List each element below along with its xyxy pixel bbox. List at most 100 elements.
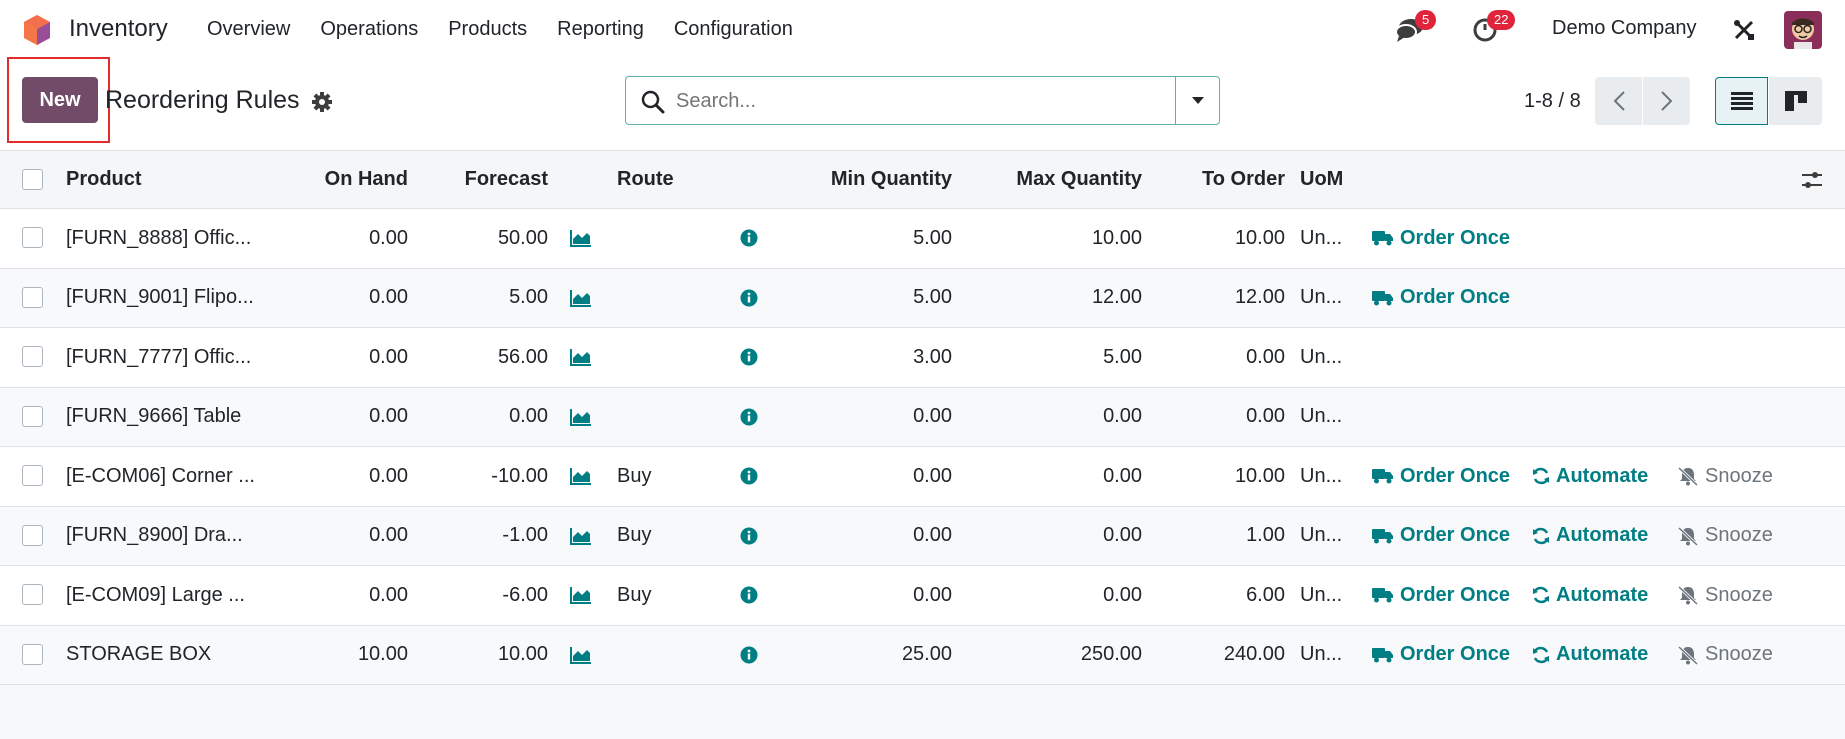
row-checkbox[interactable] — [22, 346, 43, 368]
info-icon[interactable] — [740, 467, 758, 485]
forecast-chart-icon[interactable] — [570, 586, 592, 605]
column-header-product[interactable]: Product — [66, 151, 266, 208]
min-quantity-value[interactable]: 25.00 — [902, 643, 952, 666]
list-view-button[interactable] — [1715, 77, 1768, 125]
column-header-uom[interactable]: UoM — [1300, 151, 1360, 208]
messages-button[interactable]: 5 — [1395, 10, 1437, 44]
to-order-value[interactable]: 1.00 — [1246, 524, 1285, 547]
order-once-button[interactable]: Order Once — [1372, 209, 1510, 268]
to-order-value[interactable]: 10.00 — [1235, 227, 1285, 250]
product-name[interactable]: STORAGE BOX — [66, 643, 211, 666]
snooze-button[interactable]: Snooze — [1677, 507, 1773, 566]
product-name[interactable]: [E-COM09] Large ... — [66, 584, 245, 607]
pager-next-button[interactable] — [1643, 77, 1690, 125]
to-order-value[interactable]: 6.00 — [1246, 584, 1285, 607]
max-quantity-value[interactable]: 12.00 — [1092, 286, 1142, 309]
max-quantity-value[interactable]: 10.00 — [1092, 227, 1142, 250]
gear-icon[interactable] — [311, 91, 333, 113]
product-name[interactable]: [FURN_7777] Offic... — [66, 346, 251, 369]
info-icon[interactable] — [740, 527, 758, 545]
automate-button[interactable]: Automate — [1532, 507, 1648, 566]
search-options-toggle[interactable] — [1175, 77, 1219, 124]
row-checkbox[interactable] — [22, 227, 43, 249]
order-once-button[interactable]: Order Once — [1372, 626, 1510, 685]
debug-tools-icon[interactable] — [1732, 18, 1756, 42]
menu-item-operations[interactable]: Operations — [320, 18, 418, 41]
row-checkbox[interactable] — [22, 524, 43, 546]
column-header-min-quantity[interactable]: Min Quantity — [760, 151, 952, 208]
kanban-view-button[interactable] — [1769, 77, 1822, 125]
table-row[interactable]: [E-COM09] Large ... 0.00 -6.00 Buy 0.00 0.00 6… — [0, 566, 1845, 626]
product-name[interactable]: [FURN_8888] Offic... — [66, 227, 251, 250]
product-name[interactable]: [FURN_8900] Dra... — [66, 524, 243, 547]
table-row[interactable]: [FURN_8900] Dra... 0.00 -1.00 Buy 0.00 0.00 1.… — [0, 506, 1845, 566]
min-quantity-value[interactable]: 3.00 — [913, 346, 952, 369]
max-quantity-value[interactable]: 0.00 — [1103, 584, 1142, 607]
column-header-to-order[interactable]: To Order — [1150, 151, 1285, 208]
info-icon[interactable] — [740, 408, 758, 426]
row-checkbox[interactable] — [22, 405, 43, 427]
max-quantity-value[interactable]: 0.00 — [1103, 405, 1142, 428]
min-quantity-value[interactable]: 0.00 — [913, 405, 952, 428]
forecast-chart-icon[interactable] — [570, 289, 592, 307]
to-order-value[interactable]: 240.00 — [1224, 643, 1285, 666]
column-header-route[interactable]: Route — [617, 151, 727, 208]
info-icon[interactable] — [740, 289, 758, 307]
to-order-value[interactable]: 12.00 — [1235, 286, 1285, 309]
min-quantity-value[interactable]: 0.00 — [913, 524, 952, 547]
menu-item-products[interactable]: Products — [448, 18, 527, 41]
info-icon[interactable] — [740, 348, 758, 366]
automate-button[interactable]: Automate — [1532, 566, 1648, 625]
to-order-value[interactable]: 10.00 — [1235, 465, 1285, 488]
max-quantity-value[interactable]: 250.00 — [1081, 643, 1142, 666]
automate-button[interactable]: Automate — [1532, 626, 1648, 685]
table-row[interactable]: [FURN_9666] Table 0.00 0.00 0.00 0.00 0.00 Un.… — [0, 387, 1845, 447]
search-icon[interactable] — [640, 89, 666, 115]
table-row[interactable]: [FURN_9001] Flipo... 0.00 5.00 5.00 12.00 12.… — [0, 268, 1845, 328]
forecast-chart-icon[interactable] — [570, 467, 592, 486]
inventory-app-icon[interactable] — [22, 14, 52, 46]
forecast-chart-icon[interactable] — [570, 348, 592, 367]
forecast-chart-icon[interactable] — [570, 408, 592, 426]
company-switcher[interactable]: Demo Company — [1552, 17, 1697, 40]
forecast-chart-icon[interactable] — [570, 527, 592, 545]
table-row[interactable]: [E-COM06] Corner ... 0.00 -10.00 Buy 0.00 0.0… — [0, 447, 1845, 507]
order-once-button[interactable]: Order Once — [1372, 566, 1510, 625]
pager-previous-button[interactable] — [1595, 77, 1642, 125]
row-checkbox[interactable] — [22, 465, 43, 487]
max-quantity-value[interactable]: 0.00 — [1103, 524, 1142, 547]
min-quantity-value[interactable]: 5.00 — [913, 227, 952, 250]
column-header-on-hand[interactable]: On Hand — [280, 151, 408, 208]
product-name[interactable]: [E-COM06] Corner ... — [66, 465, 255, 488]
optional-columns-icon[interactable] — [1801, 169, 1823, 191]
info-icon[interactable] — [740, 586, 758, 604]
forecast-chart-icon[interactable] — [570, 646, 592, 664]
column-header-forecast[interactable]: Forecast — [420, 151, 548, 208]
max-quantity-value[interactable]: 5.00 — [1103, 346, 1142, 369]
automate-button[interactable]: Automate — [1532, 447, 1648, 506]
min-quantity-value[interactable]: 0.00 — [913, 465, 952, 488]
to-order-value[interactable]: 0.00 — [1246, 405, 1285, 428]
snooze-button[interactable]: Snooze — [1677, 447, 1773, 506]
app-name[interactable]: Inventory — [69, 15, 168, 43]
to-order-value[interactable]: 0.00 — [1246, 346, 1285, 369]
pager-value[interactable]: 1-8 / 8 — [1524, 90, 1581, 113]
table-row[interactable]: [FURN_8888] Offic... 0.00 50.00 5.00 10.00 10… — [0, 209, 1845, 269]
row-checkbox[interactable] — [22, 643, 43, 665]
order-once-button[interactable]: Order Once — [1372, 507, 1510, 566]
product-name[interactable]: [FURN_9666] Table — [66, 405, 241, 428]
row-checkbox[interactable] — [22, 286, 43, 308]
info-icon[interactable] — [740, 229, 758, 247]
table-row[interactable]: [FURN_7777] Offic... 0.00 56.00 3.00 5.00 0.0… — [0, 328, 1845, 388]
snooze-button[interactable]: Snooze — [1677, 566, 1773, 625]
snooze-button[interactable]: Snooze — [1677, 626, 1773, 685]
table-row[interactable]: STORAGE BOX 10.00 10.00 25.00 250.00 240.00 Un… — [0, 625, 1845, 685]
row-checkbox[interactable] — [22, 584, 43, 606]
max-quantity-value[interactable]: 0.00 — [1103, 465, 1142, 488]
search-input[interactable] — [676, 87, 1146, 115]
info-icon[interactable] — [740, 646, 758, 664]
order-once-button[interactable]: Order Once — [1372, 447, 1510, 506]
product-name[interactable]: [FURN_9001] Flipo... — [66, 286, 254, 309]
column-header-max-quantity[interactable]: Max Quantity — [960, 151, 1142, 208]
activities-button[interactable]: 22 — [1472, 10, 1516, 44]
